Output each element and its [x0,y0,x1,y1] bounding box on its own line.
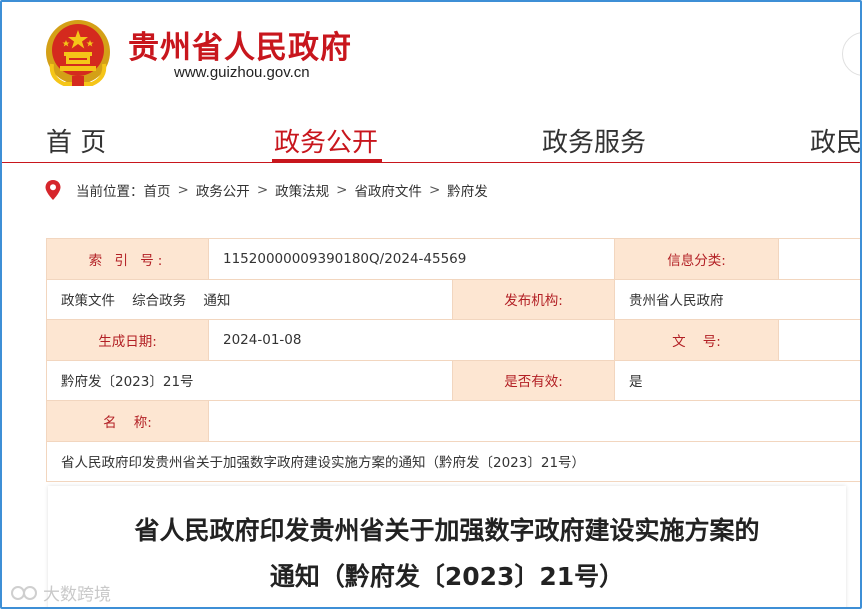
publisher-value: 贵州省人民政府 [614,278,860,320]
watermark-logo-icon [11,585,37,600]
breadcrumb-separator: > [336,182,348,198]
breadcrumb-home[interactable]: 首页 [144,180,171,200]
nav-item-home[interactable]: 首 页 [46,122,106,159]
breadcrumb-gov-affairs-open[interactable]: 政务公开 [196,180,250,200]
document-title-box: 省人民政府印发贵州省关于加强数字政府建设实施方案的 通知（黔府发〔2023〕21… [48,486,846,607]
name-label: 名 称: [46,400,209,442]
date-value: 2024-01-08 [208,319,615,361]
nav-active-indicator [272,159,382,162]
name-value: 省人民政府印发贵州省关于加强数字政府建设实施方案的通知（黔府发〔2023〕21号… [46,440,860,482]
watermark: 大数跨境 [10,580,111,605]
name-empty [208,400,860,442]
breadcrumb-separator: > [256,182,269,198]
page-frame: 贵州省人民政府 www.guizhou.gov.cn 首 页 政务公开 政务服务… [0,0,862,609]
date-label: 生成日期: [46,319,209,361]
site-title[interactable]: 贵州省人民政府 [128,22,352,67]
breadcrumb-qianfufa[interactable]: 黔府发 [447,180,488,200]
document-title-line2: 通知（黔府发〔2023〕21号） [269,562,625,591]
breadcrumb-provincial-docs[interactable]: 省政府文件 [354,180,422,200]
index-value: 11520000009390180Q/2024-45569 [208,238,615,280]
valid-value: 是 [614,359,860,401]
site-url[interactable]: www.guizhou.gov.cn [174,64,310,81]
nav-item-gov-affairs-open[interactable]: 政务公开 [274,122,378,159]
publisher-label: 发布机构: [452,278,615,320]
breadcrumb-policies[interactable]: 政策法规 [275,180,329,200]
nav-item-interaction[interactable]: 政民 [810,122,860,159]
breadcrumb-prefix: 当前位置： [76,184,144,200]
main-nav: 首 页 政务公开 政务服务 政民 [2,114,860,163]
docno-label: 文 号: [614,319,779,361]
index-label: 索 引 号: [46,238,209,280]
valid-label: 是否有效: [452,359,615,401]
document-info-table: 索 引 号: 11520000009390180Q/2024-45569 信息分… [46,238,860,482]
watermark-text: 大数跨境 [43,585,111,605]
breadcrumb-separator: > [428,182,441,198]
docno-empty [778,319,860,361]
national-emblem-icon [46,20,110,86]
category-empty [778,238,860,280]
category-label: 信息分类: [614,238,779,280]
breadcrumb-separator: > [177,182,189,198]
header-circle-button[interactable] [842,32,860,76]
nav-item-gov-services[interactable]: 政务服务 [542,122,646,159]
location-pin-icon [45,180,61,200]
category-value: 政策文件 综合政务 通知 [46,278,453,320]
breadcrumb: 当前位置： 首页 > 政务公开 > 政策法规 > 省政府文件 > 黔府发 [44,178,488,202]
document-title-line1: 省人民政府印发贵州省关于加强数字政府建设实施方案的 [134,516,760,545]
docno-value: 黔府发〔2023〕21号 [46,359,453,401]
document-title: 省人民政府印发贵州省关于加强数字政府建设实施方案的 通知（黔府发〔2023〕21… [48,508,846,600]
